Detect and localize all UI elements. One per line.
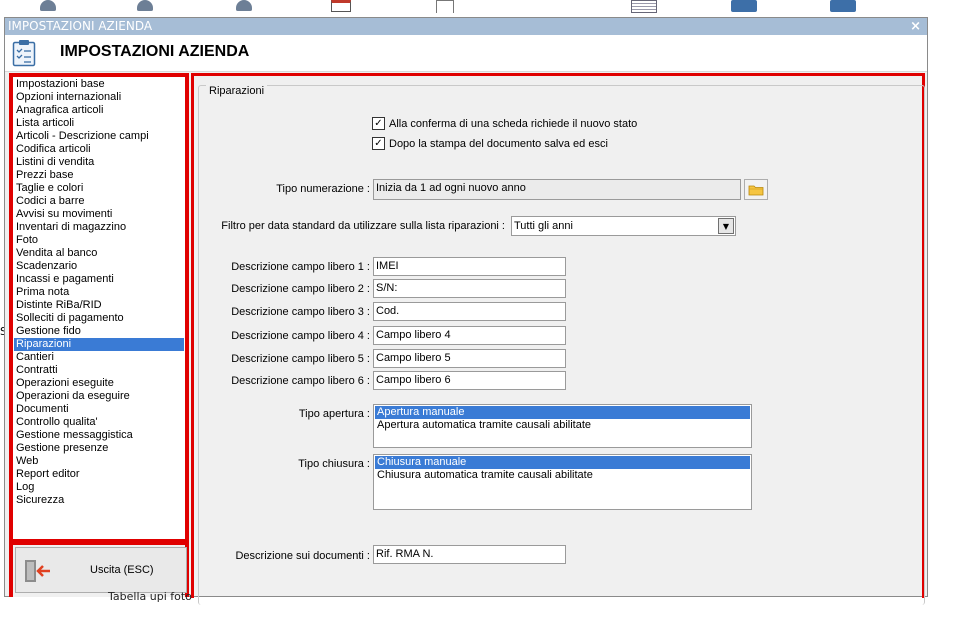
sidebar-item[interactable]: Codifica articoli — [14, 143, 184, 156]
customer-icon[interactable] — [40, 0, 56, 11]
sidebar-item[interactable]: Incassi e pagamenti — [14, 273, 184, 286]
sidebar-item[interactable]: Codici a barre — [14, 195, 184, 208]
list-item[interactable]: Chiusura automatica tramite causali abil… — [375, 469, 750, 482]
sidebar-item[interactable]: Anagrafica articoli — [14, 104, 184, 117]
settings-nav-list[interactable]: Impostazioni base Opzioni internazionali A… — [14, 78, 184, 538]
list-item[interactable]: Apertura automatica tramite causali abil… — [375, 419, 750, 432]
free-field-label: Descrizione campo libero 4 : — [231, 330, 370, 342]
new-state-checkbox[interactable]: ✓ — [372, 117, 385, 130]
sidebar-item[interactable]: Taglie e colori — [14, 182, 184, 195]
save-exit-checkbox-label: Dopo la stampa del documento salva ed es… — [389, 137, 608, 150]
sidebar-item[interactable]: Documenti — [14, 403, 184, 416]
list-icon[interactable] — [631, 0, 657, 13]
free-field-label: Descrizione campo libero 2 : — [231, 283, 370, 295]
exit-button-label: Uscita (ESC) — [90, 564, 154, 576]
closing-type-listbox[interactable]: Chiusura manuale Chiusura automatica tram… — [373, 454, 752, 510]
sidebar-item[interactable]: Contratti — [14, 364, 184, 377]
opening-type-label: Tipo apertura : — [298, 408, 370, 420]
sidebar-item[interactable]: Operazioni eseguite — [14, 377, 184, 390]
sidebar-item[interactable]: Gestione presenze — [14, 442, 184, 455]
list-item[interactable]: Apertura manuale — [375, 406, 750, 419]
sidebar-item[interactable]: Controllo qualita' — [14, 416, 184, 429]
page-title: IMPOSTAZIONI AZIENDA — [60, 43, 250, 60]
sidebar-item[interactable]: Sicurezza — [14, 494, 184, 507]
closing-type-label: Tipo chiusura : — [298, 458, 370, 470]
sidebar-item[interactable]: Riparazioni — [14, 338, 184, 351]
free-field-label: Descrizione campo libero 5 : — [231, 353, 370, 365]
groupbox-title: Riparazioni — [206, 85, 268, 97]
free-field-input[interactable]: S/N: — [373, 279, 566, 298]
date-filter-label: Filtro per data standard da utilizzare s… — [221, 220, 505, 232]
free-field-input[interactable]: Campo libero 4 — [373, 326, 566, 345]
background-toolbar — [0, 0, 953, 14]
background-caption: Tabella upi foto — [108, 590, 192, 603]
sidebar-item[interactable]: Report editor — [14, 468, 184, 481]
sidebar-item[interactable]: Gestione messaggistica — [14, 429, 184, 442]
settings-nav-panel: Impostazioni base Opzioni internazionali A… — [9, 73, 189, 543]
opening-type-listbox[interactable]: Apertura manuale Apertura automatica tram… — [373, 404, 752, 448]
supplier-icon[interactable] — [137, 0, 153, 11]
sidebar-item[interactable]: Prima nota — [14, 286, 184, 299]
cash-register-icon[interactable] — [731, 0, 757, 12]
contacts-icon[interactable] — [236, 0, 252, 11]
list-item[interactable]: Chiusura manuale — [375, 456, 750, 469]
numbering-select-button[interactable] — [744, 179, 768, 200]
free-field-input[interactable]: Campo libero 6 — [373, 371, 566, 390]
free-field-input[interactable]: Cod. — [373, 302, 566, 321]
exit-panel: Uscita (ESC) — [9, 541, 189, 597]
calendar-icon[interactable] — [331, 0, 351, 12]
sidebar-item[interactable]: Foto — [14, 234, 184, 247]
settings-dialog: IMPOSTAZIONI AZIENDA × IMPOSTAZIONI AZIE… — [4, 17, 928, 605]
numbering-field: Inizia da 1 ad ogni nuovo anno — [373, 179, 741, 200]
exit-door-icon — [25, 560, 50, 582]
sidebar-item[interactable]: Gestione fido — [14, 325, 184, 338]
free-field-label: Descrizione campo libero 3 : — [231, 306, 370, 318]
doc-description-field[interactable]: Rif. RMA N. — [373, 545, 566, 564]
free-field-label: Descrizione campo libero 6 : — [231, 375, 370, 387]
sidebar-item[interactable]: Cantieri — [14, 351, 184, 364]
sidebar-item[interactable]: Vendita al banco — [14, 247, 184, 260]
numbering-label: Tipo numerazione : — [276, 183, 370, 195]
sidebar-item[interactable]: Lista articoli — [14, 117, 184, 130]
sidebar-item[interactable]: Distinte RiBa/RID — [14, 299, 184, 312]
free-field-input[interactable]: IMEI — [373, 257, 566, 276]
sidebar-item[interactable]: Log — [14, 481, 184, 494]
free-field-input[interactable]: Campo libero 5 — [373, 349, 566, 368]
save-exit-checkbox-row[interactable]: ✓ Dopo la stampa del documento salva ed … — [372, 137, 608, 150]
sidebar-item[interactable]: Operazioni da eseguire — [14, 390, 184, 403]
date-filter-value: Tutti gli anni — [514, 220, 573, 232]
exit-button[interactable]: Uscita (ESC) — [15, 547, 187, 593]
sidebar-item[interactable]: Scadenzario — [14, 260, 184, 273]
sidebar-item[interactable]: Impostazioni base — [14, 78, 184, 91]
dialog-titlebar[interactable]: IMPOSTAZIONI AZIENDA × — [5, 18, 927, 35]
settings-content-panel: Riparazioni ✓ Alla conferma di una sched… — [191, 73, 925, 605]
sidebar-item[interactable]: Inventari di magazzino — [14, 221, 184, 234]
new-state-checkbox-label: Alla conferma di una scheda richiede il … — [389, 117, 638, 130]
repairs-groupbox: Riparazioni ✓ Alla conferma di una sched… — [198, 85, 925, 605]
chevron-down-icon[interactable]: ▼ — [718, 218, 734, 234]
save-exit-checkbox[interactable]: ✓ — [372, 137, 385, 150]
document-icon[interactable] — [436, 0, 454, 13]
doc-description-label: Descrizione sui documenti : — [235, 550, 370, 562]
dialog-header: IMPOSTAZIONI AZIENDA — [5, 35, 927, 72]
sidebar-item[interactable]: Articoli - Descrizione campi — [14, 130, 184, 143]
sidebar-item[interactable]: Listini di vendita — [14, 156, 184, 169]
folder-icon — [748, 185, 764, 195]
dialog-titlebar-text: IMPOSTAZIONI AZIENDA — [8, 19, 153, 33]
new-state-checkbox-row[interactable]: ✓ Alla conferma di una scheda richiede i… — [372, 117, 637, 130]
free-field-label: Descrizione campo libero 1 : — [231, 261, 370, 273]
sidebar-item[interactable]: Opzioni internazionali — [14, 91, 184, 104]
sidebar-item[interactable]: Solleciti di pagamento — [14, 312, 184, 325]
sidebar-item[interactable]: Web — [14, 455, 184, 468]
date-filter-dropdown[interactable]: Tutti gli anni ▼ — [511, 216, 736, 236]
sidebar-item[interactable]: Prezzi base — [14, 169, 184, 182]
clipboard-checklist-icon — [12, 40, 36, 67]
sidebar-item[interactable]: Avvisi su movimenti — [14, 208, 184, 221]
cash-register-icon-2[interactable] — [830, 0, 856, 12]
close-icon[interactable]: × — [910, 18, 921, 35]
